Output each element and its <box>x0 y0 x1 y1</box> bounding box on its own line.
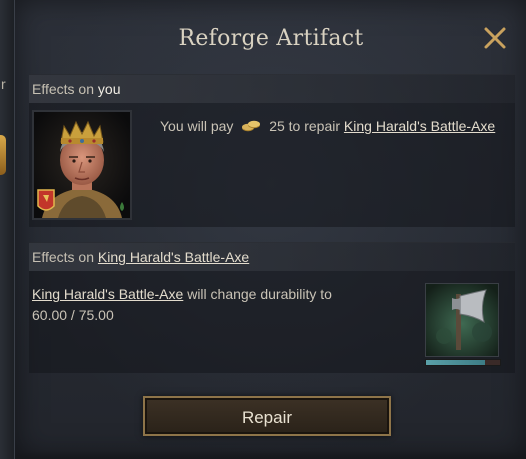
section-title: Effects on King Harald's Battle-Axe <box>32 249 249 265</box>
section-header: Effects on King Harald's Battle-Axe <box>29 243 515 271</box>
section-title: Effects on you <box>32 81 120 97</box>
section-title-target: you <box>97 81 121 97</box>
section-title-prefix: Effects on <box>32 81 98 97</box>
pay-amount: 25 <box>269 118 285 134</box>
pay-middle: to repair <box>288 118 341 134</box>
background-gold-ornament <box>0 135 6 175</box>
title-bar: Reforge Artifact <box>15 0 526 74</box>
dialog-title: Reforge Artifact <box>178 26 364 51</box>
background-window-edge: r <box>0 0 14 459</box>
background-window-text: r <box>1 76 6 92</box>
pay-prefix: You will pay <box>160 118 234 134</box>
durability-change-text: King Harald's Battle-Axe will change dur… <box>32 284 392 326</box>
battle-axe-icon <box>426 284 498 356</box>
durability-change-label: will change durability to <box>183 286 332 302</box>
window-bottom-edge <box>15 451 526 459</box>
artifact-durability-bar <box>425 359 501 366</box>
payment-line: You will pay 25 to repair King Harald's … <box>160 118 495 134</box>
gold-coin-icon <box>242 120 261 132</box>
king-portrait-image <box>34 112 130 218</box>
character-portrait[interactable] <box>32 110 132 220</box>
effects-on-you-section: Effects on you You will pay 25 to repair… <box>29 74 515 227</box>
repair-button[interactable]: Repair <box>143 396 391 436</box>
close-icon <box>484 27 506 49</box>
durability-value: 60.00 / 75.00 <box>32 307 114 323</box>
section-title-artifact-link[interactable]: King Harald's Battle-Axe <box>98 249 249 265</box>
section-title-prefix: Effects on <box>32 249 98 265</box>
artifact-link[interactable]: King Harald's Battle-Axe <box>344 118 495 134</box>
effects-on-artifact-section: Effects on King Harald's Battle-Axe King… <box>29 242 515 373</box>
artifact-thumbnail[interactable] <box>425 283 499 357</box>
reforge-artifact-dialog: Reforge Artifact Effects on you You will… <box>14 0 526 459</box>
artifact-link[interactable]: King Harald's Battle-Axe <box>32 286 183 302</box>
artifact-durability-fill <box>426 360 486 365</box>
close-button[interactable] <box>481 24 509 52</box>
section-header: Effects on you <box>29 75 515 103</box>
